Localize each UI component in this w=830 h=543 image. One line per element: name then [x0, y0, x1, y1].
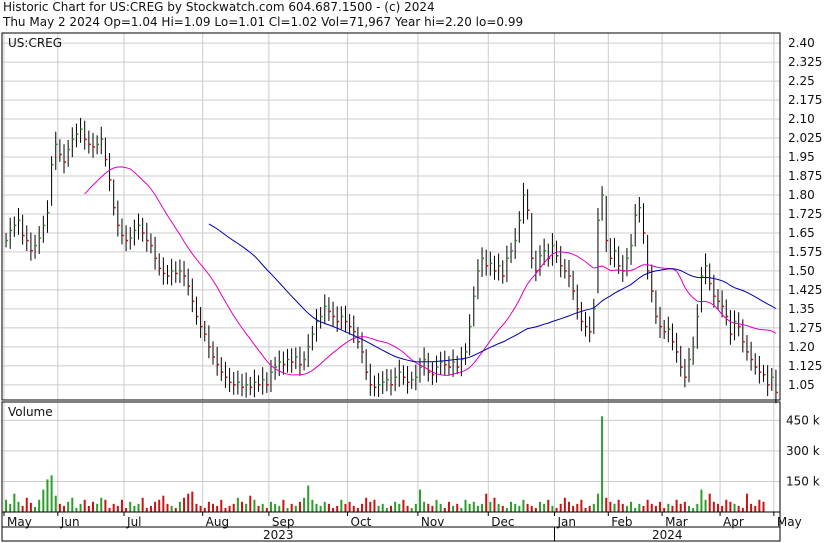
month-tick-label: May	[777, 515, 802, 529]
volume-panel-title: Volume	[8, 405, 53, 419]
price-tick-label: 2.325	[788, 55, 822, 69]
price-tick-label: 1.80	[788, 188, 815, 202]
price-panel-title: US:CREG	[8, 36, 62, 50]
price-tick-label: 1.275	[788, 321, 822, 335]
volume-tick-label: 150 k	[786, 474, 820, 488]
price-tick-label: 1.35	[788, 302, 815, 316]
price-tick-label: 2.175	[788, 93, 822, 107]
volume-tick-label: 300 k	[786, 444, 820, 458]
price-tick-label: 1.65	[788, 226, 815, 240]
price-tick-label: 1.875	[788, 169, 822, 183]
price-tick-label: 2.025	[788, 131, 822, 145]
price-volume-chart: 2.40 2.325 2.25 2.175 2.10 2.025 1.95 1.875 1.80…	[1, 32, 822, 542]
price-tick-label: 2.10	[788, 112, 815, 126]
moving-average-long-line	[208, 223, 777, 363]
year-label-2024: 2024	[652, 528, 683, 542]
year-label-2023: 2023	[263, 528, 294, 542]
volume-tick-label: 450 k	[786, 413, 820, 427]
price-tick-label: 1.20	[788, 340, 815, 354]
price-tick-label: 1.125	[788, 359, 822, 373]
price-tick-label: 1.425	[788, 283, 822, 297]
price-tick-label: 1.50	[788, 264, 815, 278]
price-tick-label: 1.575	[788, 245, 822, 259]
month-axis-frame	[1, 511, 781, 528]
price-tick-label: 1.05	[788, 378, 815, 392]
price-tick-label: 1.95	[788, 150, 815, 164]
volume-panel-frame	[1, 401, 781, 513]
price-tick-label: 2.40	[788, 36, 815, 50]
price-tick-label: 1.725	[788, 207, 822, 221]
price-tick-label: 2.25	[788, 74, 815, 88]
